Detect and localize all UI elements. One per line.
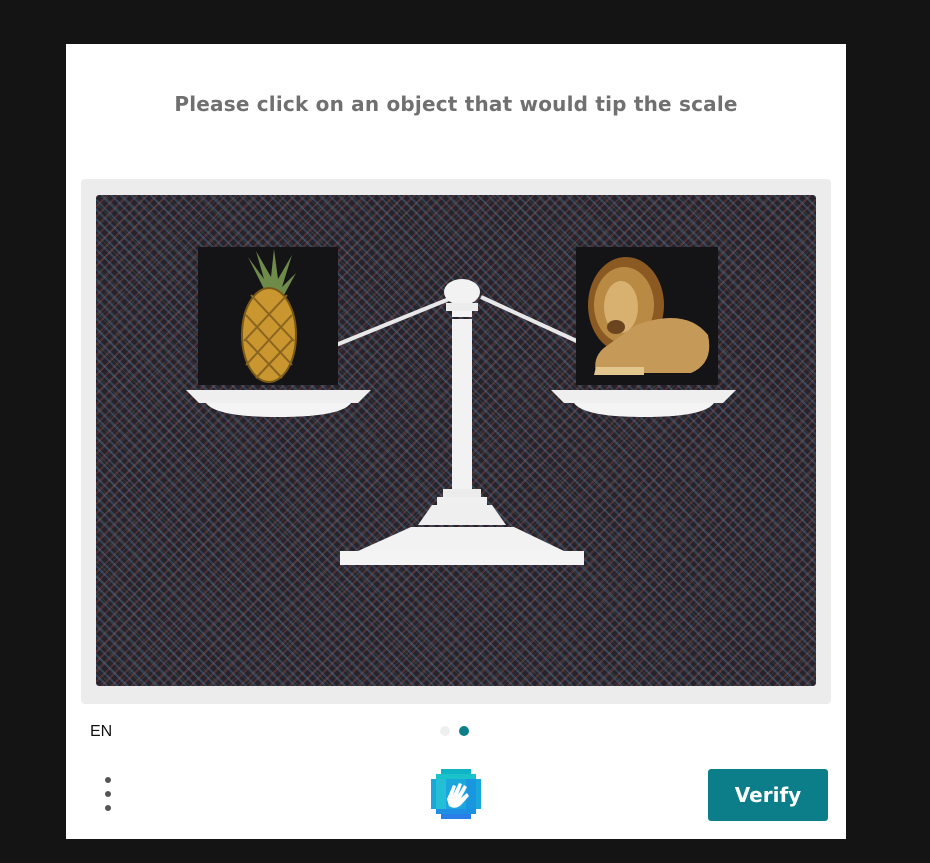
hcaptcha-logo-icon — [431, 769, 481, 819]
scale-illustration — [186, 247, 736, 565]
challenge-image-frame — [81, 179, 831, 704]
language-selector[interactable]: EN — [90, 723, 112, 741]
scale-column — [340, 279, 584, 565]
more-menu-button[interactable] — [96, 775, 120, 815]
right-pan — [551, 390, 736, 417]
scale-arm-right — [480, 295, 582, 345]
page-dot-2-active[interactable] — [459, 726, 469, 736]
captcha-dialog: Please click on an object that would tip… — [66, 44, 846, 839]
left-pan — [186, 390, 371, 417]
more-vertical-icon-dot-3 — [105, 805, 111, 811]
challenge-prompt: Please click on an object that would tip… — [174, 92, 738, 116]
scale-arm-left — [335, 295, 455, 347]
more-vertical-icon — [105, 777, 111, 783]
pineapple-object[interactable] — [198, 247, 338, 385]
more-vertical-icon-dot-2 — [105, 791, 111, 797]
verify-button[interactable]: Verify — [708, 769, 828, 821]
lion-object[interactable] — [576, 247, 718, 385]
page-dot-1[interactable] — [440, 726, 450, 736]
challenge-image[interactable] — [96, 195, 816, 686]
